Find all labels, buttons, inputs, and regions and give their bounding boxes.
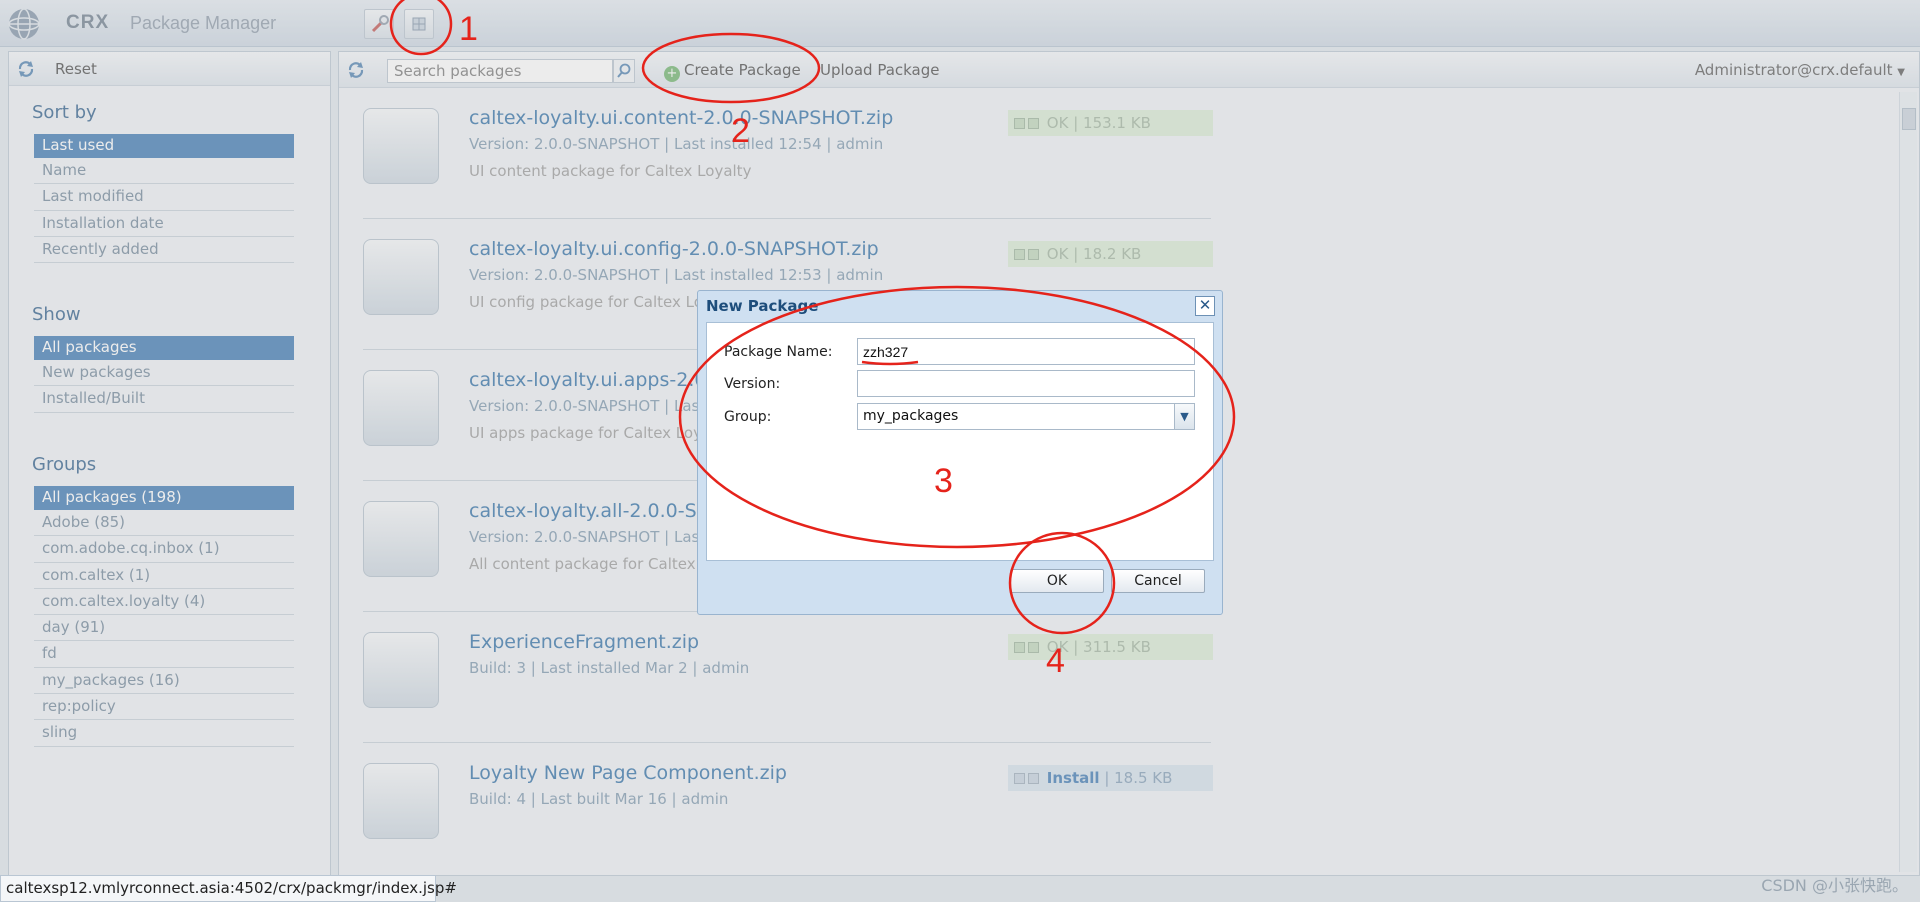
new-package-dialog: New Package ✕ Package Name: Version: Gro… — [697, 290, 1223, 615]
group-label: Group: — [724, 409, 772, 425]
ok-button[interactable]: OK — [1010, 569, 1104, 593]
package-name-field[interactable] — [857, 338, 1195, 365]
watermark: CSDN @小张快跑。 — [1761, 876, 1908, 895]
close-icon[interactable]: ✕ — [1195, 296, 1215, 316]
dialog-title: New Package — [706, 297, 819, 315]
package-name-label: Package Name: — [724, 344, 833, 360]
chevron-down-icon[interactable]: ▼ — [1174, 404, 1194, 429]
version-field[interactable] — [857, 370, 1195, 397]
version-label: Version: — [724, 376, 781, 392]
browser-status-url: caltexsp12.vmlyrconnect.asia:4502/crx/pa… — [0, 875, 457, 902]
dialog-form: Package Name: Version: Group: my_package… — [706, 322, 1214, 561]
group-select-value: my_packages — [863, 408, 959, 424]
group-select[interactable]: my_packages ▼ — [857, 403, 1195, 430]
cancel-button[interactable]: Cancel — [1111, 569, 1205, 593]
